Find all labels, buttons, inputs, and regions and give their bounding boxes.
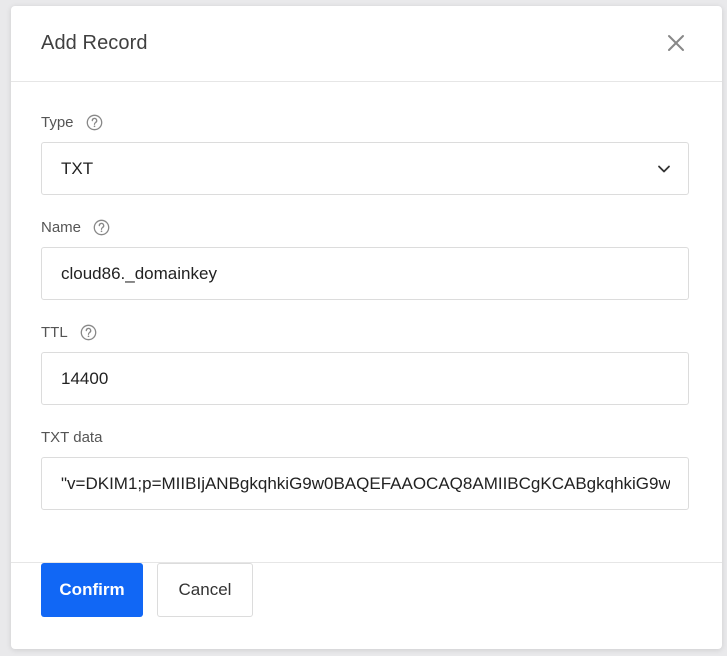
ttl-input[interactable]: 14400 bbox=[41, 352, 689, 405]
ttl-field-label: TTL bbox=[41, 324, 97, 341]
type-select-value: TXT bbox=[61, 159, 94, 178]
type-select[interactable]: TXT bbox=[41, 142, 689, 195]
cancel-button[interactable]: Cancel bbox=[157, 563, 253, 617]
question-circle-icon[interactable] bbox=[93, 219, 110, 236]
name-field-label: Name bbox=[41, 219, 110, 236]
txt-data-label-text: TXT data bbox=[41, 429, 103, 446]
name-label-text: Name bbox=[41, 219, 82, 236]
ttl-label-text: TTL bbox=[41, 324, 68, 341]
dialog-title: Add Record bbox=[41, 32, 148, 54]
confirm-button[interactable]: Confirm bbox=[41, 563, 143, 617]
ttl-input-value: 14400 bbox=[61, 369, 109, 388]
txt-data-input-value: "v=DKIM1;p=MIIBIjANBgkqhkiG9w0BAQEFAAOCA… bbox=[61, 474, 670, 493]
question-circle-icon[interactable] bbox=[86, 114, 103, 131]
add-record-dialog: Add Record Type TXT Name cloud86._domain… bbox=[11, 6, 722, 649]
chevron-down-icon bbox=[658, 165, 670, 173]
name-input[interactable]: cloud86._domainkey bbox=[41, 247, 689, 300]
close-icon bbox=[668, 35, 684, 51]
type-field-label: Type bbox=[41, 114, 103, 131]
txt-data-field-label: TXT data bbox=[41, 429, 102, 446]
name-input-value: cloud86._domainkey bbox=[61, 264, 217, 283]
close-button[interactable] bbox=[661, 28, 691, 58]
dialog-header: Add Record bbox=[11, 6, 722, 82]
question-circle-icon[interactable] bbox=[80, 324, 97, 341]
type-label-text: Type bbox=[41, 114, 74, 131]
txt-data-input[interactable]: "v=DKIM1;p=MIIBIjANBgkqhkiG9w0BAQEFAAOCA… bbox=[41, 457, 689, 510]
